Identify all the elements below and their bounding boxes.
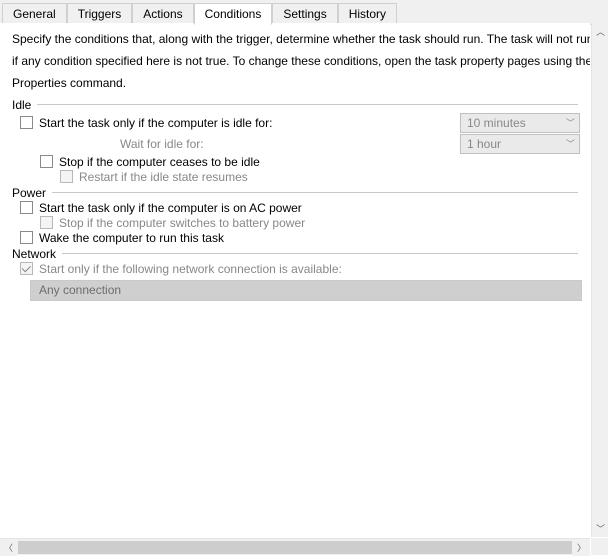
network-header-label: Network — [12, 247, 62, 261]
power-section-header: Power — [12, 186, 578, 200]
horizontal-scroll-thumb[interactable] — [18, 541, 572, 554]
power-header-line — [52, 192, 578, 193]
label-stop-if-not-idle: Stop if the computer ceases to be idle — [59, 155, 260, 169]
chevron-down-icon: ﹀ — [566, 116, 575, 129]
tab-settings[interactable]: Settings — [272, 3, 337, 25]
combo-idle-duration[interactable]: 10 minutes ﹀ — [460, 113, 580, 133]
label-wait-for-idle: Wait for idle for: — [120, 137, 204, 151]
combo-network-connection[interactable]: Any connection — [30, 280, 582, 301]
scroll-left-arrow-icon[interactable]: 〈 — [0, 539, 17, 556]
combo-network-connection-value: Any connection — [39, 283, 121, 297]
idle-header-label: Idle — [12, 98, 37, 112]
checkbox-start-if-network[interactable] — [20, 262, 33, 275]
intro-line-3: Properties command. — [12, 75, 578, 91]
network-header-line — [62, 253, 578, 254]
label-restart-if-idle: Restart if the idle state resumes — [79, 170, 248, 184]
label-start-if-network: Start only if the following network conn… — [39, 262, 342, 276]
combo-wait-duration[interactable]: 1 hour ﹀ — [460, 134, 580, 154]
tab-conditions[interactable]: Conditions — [194, 3, 273, 25]
combo-idle-duration-value: 10 minutes — [467, 116, 526, 130]
checkbox-start-on-ac[interactable] — [20, 201, 33, 214]
label-wake: Wake the computer to run this task — [39, 231, 224, 245]
vertical-scrollbar[interactable]: ︿ ﹀ — [591, 23, 608, 537]
checkbox-wake[interactable] — [20, 231, 33, 244]
conditions-panel: Specify the conditions that, along with … — [0, 23, 590, 537]
combo-wait-duration-value: 1 hour — [467, 137, 501, 151]
intro-line-2: if any condition specified here is not t… — [12, 53, 578, 69]
intro-line-1: Specify the conditions that, along with … — [12, 31, 578, 47]
tab-bar: General Triggers Actions Conditions Sett… — [0, 0, 608, 25]
chevron-down-icon: ﹀ — [566, 137, 575, 150]
scroll-right-arrow-icon[interactable]: 〉 — [573, 539, 590, 556]
scroll-up-arrow-icon[interactable]: ︿ — [592, 23, 608, 40]
label-start-on-ac: Start the task only if the computer is o… — [39, 201, 302, 215]
checkbox-stop-on-battery[interactable] — [40, 216, 53, 229]
label-stop-on-battery: Stop if the computer switches to battery… — [59, 216, 305, 230]
tab-general[interactable]: General — [2, 3, 67, 25]
idle-section-header: Idle — [12, 98, 578, 112]
checkbox-restart-if-idle[interactable] — [60, 170, 73, 183]
checkbox-start-if-idle[interactable] — [20, 116, 33, 129]
checkbox-stop-if-not-idle[interactable] — [40, 155, 53, 168]
tab-triggers[interactable]: Triggers — [67, 3, 133, 25]
scrollbar-corner — [591, 538, 608, 555]
tab-history[interactable]: History — [338, 3, 397, 25]
idle-header-line — [37, 104, 578, 105]
tab-actions[interactable]: Actions — [132, 3, 193, 25]
label-start-if-idle: Start the task only if the computer is i… — [39, 116, 272, 130]
scroll-down-arrow-icon[interactable]: ﹀ — [592, 520, 608, 537]
horizontal-scrollbar[interactable]: 〈 〉 — [0, 538, 590, 555]
power-header-label: Power — [12, 186, 52, 200]
network-section-header: Network — [12, 247, 578, 261]
